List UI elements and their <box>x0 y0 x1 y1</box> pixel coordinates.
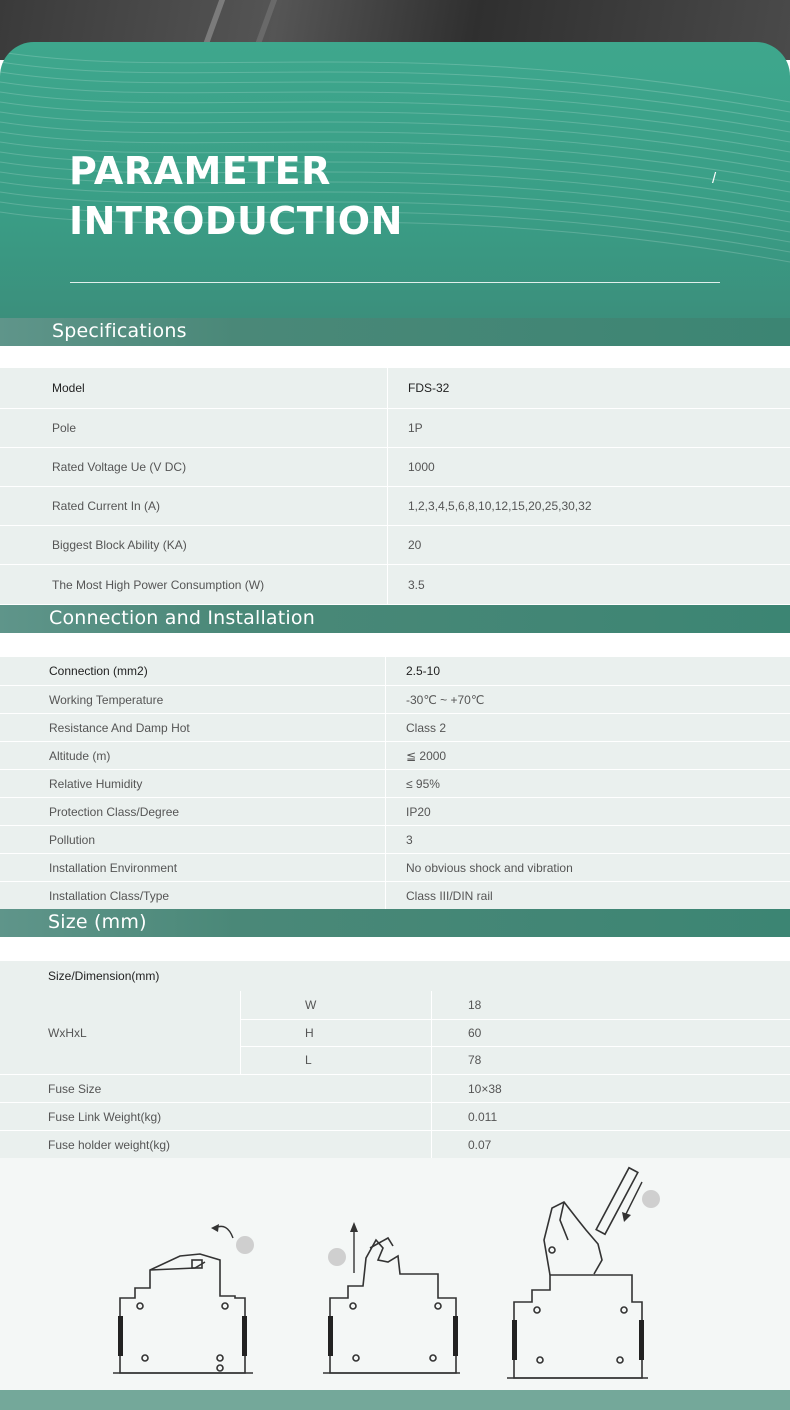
row-value: IP20 <box>406 804 431 819</box>
spacer <box>0 346 790 368</box>
row-value: 2.5-10 <box>406 664 441 678</box>
row-value: Class 2 <box>406 720 447 735</box>
section-header-size: Size (mm) <box>0 909 790 937</box>
connection-table: Connection (mm2) 2.5-10 Working Temperat… <box>0 657 790 909</box>
table-row: Pollution 3 <box>0 825 790 853</box>
row-value: 1,2,3,4,5,6,8,10,12,15,20,25,30,32 <box>408 499 592 513</box>
row-label: Connection (mm2) <box>49 664 148 678</box>
dim-axis: W <box>305 998 317 1012</box>
installation-diagrams <box>0 1158 790 1390</box>
spacer <box>0 937 790 961</box>
hero-slash: / <box>712 170 717 187</box>
row-label: Protection Class/Degree <box>49 804 180 819</box>
row-value: ≤ 95% <box>406 776 440 791</box>
row-label: Pole <box>52 421 77 435</box>
row-label: Relative Humidity <box>49 776 143 791</box>
bottom-bar <box>0 1390 790 1410</box>
row-value: Class III/DIN rail <box>406 888 493 903</box>
row-value: No obvious shock and vibration <box>406 860 573 875</box>
row-label: Altitude (m) <box>49 748 111 763</box>
row-label: Fuse Link Weight(kg) <box>48 1109 162 1124</box>
table-row: Biggest Block Ability (KA) 20 <box>0 525 790 564</box>
down-arrow-icon <box>625 1181 643 1215</box>
section-header-connection: Connection and Installation <box>0 605 790 633</box>
table-row: Working Temperature -30℃ ~ +70℃ <box>0 685 790 713</box>
table-row: Resistance And Damp Hot Class 2 <box>0 713 790 741</box>
hero-banner: PARAMETER INTRODUCTION / <box>0 42 790 318</box>
specifications-table: Model FDS-32 Pole 1P Rated Voltage Ue (V… <box>0 368 790 604</box>
table-row: Rated Voltage Ue (V DC) 1000 <box>0 447 790 486</box>
row-value: 20 <box>408 538 422 552</box>
hero-divider <box>70 282 720 283</box>
table-row: Installation Environment No obvious shoc… <box>0 853 790 881</box>
table-row: Protection Class/Degree IP20 <box>0 797 790 825</box>
table-row: Fuse Size 10×38 <box>0 1074 790 1102</box>
row-label: Installation Class/Type <box>49 888 170 903</box>
row-value: FDS-32 <box>408 381 450 395</box>
row-label: Resistance And Damp Hot <box>49 720 190 735</box>
header-label: Size/Dimension(mm) <box>48 969 160 983</box>
table-row: WxHxL H 60 <box>0 1019 790 1046</box>
group-label: WxHxL <box>48 1025 87 1040</box>
page-title: PARAMETER INTRODUCTION <box>69 146 403 246</box>
fuse-holder-open-diagram <box>323 1222 460 1374</box>
table-row: Rated Current In (A) 1,2,3,4,5,6,8,10,12… <box>0 486 790 525</box>
row-value: ≦ 2000 <box>406 748 447 763</box>
row-label: Installation Environment <box>49 860 178 875</box>
row-label: The Most High Power Consumption (W) <box>52 577 265 592</box>
fuse-holder-closed-diagram <box>113 1224 253 1374</box>
row-label: Biggest Block Ability (KA) <box>52 538 187 552</box>
row-value: 1P <box>408 421 423 435</box>
section-title: Size (mm) <box>48 911 147 933</box>
row-value: 3.5 <box>408 577 425 592</box>
row-label: Rated Current In (A) <box>52 499 161 513</box>
table-header-row: Size/Dimension(mm) <box>0 961 790 991</box>
row-value: 0.07 <box>468 1137 492 1152</box>
table-row: Altitude (m) ≦ 2000 <box>0 741 790 769</box>
table-row: W 18 <box>0 991 790 1019</box>
table-row: Relative Humidity ≤ 95% <box>0 769 790 797</box>
table-row: Connection (mm2) 2.5-10 <box>0 657 790 685</box>
section-title: Specifications <box>52 320 187 342</box>
row-value: 0.011 <box>468 1109 498 1124</box>
dim-axis: L <box>305 1053 312 1067</box>
step-dot <box>328 1248 346 1266</box>
table-row: Fuse holder weight(kg) 0.07 <box>0 1130 790 1158</box>
table-row: L 78 <box>0 1046 790 1074</box>
title-line-2: INTRODUCTION <box>69 199 403 243</box>
row-label: Model <box>52 381 85 395</box>
table-row: Pole 1P <box>0 408 790 447</box>
section-header-specifications: Specifications <box>0 318 790 346</box>
size-table: Size/Dimension(mm) W 18 WxHxL H 60 L 78 … <box>0 961 790 1158</box>
table-row: Installation Class/Type Class III/DIN ra… <box>0 881 790 909</box>
table-row: The Most High Power Consumption (W) 3.5 <box>0 564 790 604</box>
row-label: Pollution <box>49 832 96 847</box>
table-row: Fuse Link Weight(kg) 0.011 <box>0 1102 790 1130</box>
dim-value: 60 <box>468 1025 482 1040</box>
row-value: 1000 <box>408 460 435 474</box>
section-title: Connection and Installation <box>49 607 315 629</box>
dim-value: 18 <box>468 998 482 1012</box>
fuse-insertion-diagram <box>507 1166 648 1379</box>
step-dot <box>642 1190 660 1208</box>
title-line-1: PARAMETER <box>69 149 331 193</box>
dim-value: 78 <box>468 1053 482 1067</box>
row-label: Fuse Size <box>48 1081 102 1096</box>
row-label: Working Temperature <box>49 692 164 707</box>
dim-axis: H <box>305 1025 314 1040</box>
row-label: Rated Voltage Ue (V DC) <box>52 460 187 474</box>
row-value: 3 <box>406 832 413 847</box>
row-label: Fuse holder weight(kg) <box>48 1137 171 1152</box>
row-value: 10×38 <box>468 1081 502 1096</box>
spacer <box>0 633 790 657</box>
row-value: -30℃ ~ +70℃ <box>406 692 485 707</box>
step-dot <box>236 1236 254 1254</box>
table-row: Model FDS-32 <box>0 368 790 408</box>
